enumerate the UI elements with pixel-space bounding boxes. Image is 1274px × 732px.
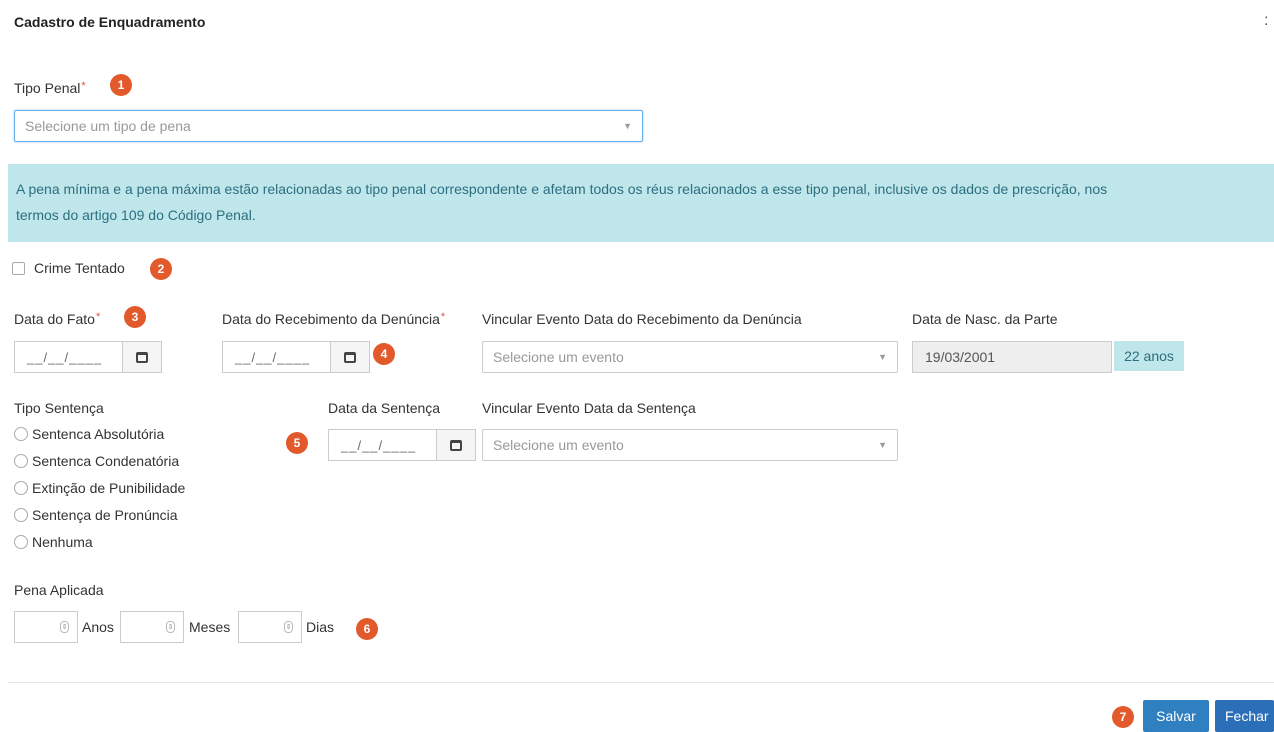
- step-badge-4: 4: [373, 343, 395, 365]
- radio-button[interactable]: [14, 480, 28, 495]
- data-nasc-field: 19/03/2001: [912, 341, 1112, 373]
- calendar-icon: [450, 439, 462, 451]
- meses-label: Meses: [189, 619, 231, 635]
- tipo-sentenca-label: Tipo Sentença: [14, 400, 104, 416]
- footer-divider: [8, 682, 1274, 683]
- pena-aplicada-label: Pena Aplicada: [14, 582, 104, 598]
- vincular-recebimento-select[interactable]: Selecione um evento ▼: [482, 341, 898, 373]
- tipo-penal-placeholder: Selecione um tipo de pena: [25, 118, 191, 134]
- radio-button[interactable]: [14, 507, 28, 522]
- data-sentenca-label: Data da Sentença: [328, 400, 441, 416]
- data-fato-input[interactable]: __/__/____: [14, 341, 162, 373]
- step-badge-6: 6: [356, 618, 378, 640]
- chevron-down-icon: ▼: [623, 121, 632, 131]
- radio-option[interactable]: Nenhuma: [14, 528, 185, 555]
- tipo-sentenca-radio-group: Sentenca Absolutória Sentenca Condenatór…: [14, 420, 185, 555]
- radio-option[interactable]: Sentenca Absolutória: [14, 420, 185, 447]
- close-icon[interactable]: :: [1264, 12, 1268, 30]
- spinner-icon[interactable]: ⇕: [60, 621, 69, 633]
- data-nasc-label: Data de Nasc. da Parte: [912, 311, 1058, 327]
- meses-input[interactable]: ⇕: [120, 611, 184, 643]
- info-banner: A pena mínima e a pena máxima estão rela…: [8, 164, 1274, 242]
- data-fato-label: Data do Fato*: [14, 311, 101, 327]
- tipo-penal-select[interactable]: Selecione um tipo de pena ▼: [14, 110, 643, 142]
- radio-option[interactable]: Extinção de Punibilidade: [14, 474, 185, 501]
- radio-option[interactable]: Sentença de Pronúncia: [14, 501, 185, 528]
- data-recebimento-calendar-button[interactable]: [330, 342, 369, 372]
- vincular-sentenca-select[interactable]: Selecione um evento ▼: [482, 429, 898, 461]
- vincular-sentenca-placeholder: Selecione um evento: [493, 437, 624, 453]
- data-recebimento-mask: __/__/____: [235, 349, 311, 365]
- dias-label: Dias: [306, 619, 335, 635]
- close-button[interactable]: Fechar: [1215, 700, 1274, 732]
- tipo-penal-label: Tipo Penal*: [14, 80, 86, 96]
- spinner-icon[interactable]: ⇕: [166, 621, 175, 633]
- radio-option[interactable]: Sentenca Condenatória: [14, 447, 185, 474]
- age-badge: 22 anos: [1114, 341, 1184, 371]
- calendar-icon: [136, 351, 148, 363]
- crime-tentado-label: Crime Tentado: [34, 260, 125, 276]
- modal-title: Cadastro de Enquadramento: [14, 14, 206, 30]
- chevron-down-icon: ▼: [878, 352, 887, 362]
- chevron-down-icon: ▼: [878, 440, 887, 450]
- anos-input[interactable]: ⇕: [14, 611, 78, 643]
- data-sentenca-mask: __/__/____: [341, 437, 417, 453]
- step-badge-7: 7: [1112, 706, 1134, 728]
- step-badge-1: 1: [110, 74, 132, 96]
- data-recebimento-input[interactable]: __/__/____: [222, 341, 370, 373]
- calendar-icon: [344, 351, 356, 363]
- vincular-sentenca-label: Vincular Evento Data da Sentença: [482, 400, 696, 416]
- radio-button[interactable]: [14, 534, 28, 549]
- vincular-recebimento-placeholder: Selecione um evento: [493, 349, 624, 365]
- dias-input[interactable]: ⇕: [238, 611, 302, 643]
- spinner-icon[interactable]: ⇕: [284, 621, 293, 633]
- data-recebimento-label: Data do Recebimento da Denúncia*: [222, 311, 446, 327]
- info-line-1: A pena mínima e a pena máxima estão rela…: [16, 181, 1108, 197]
- info-line-2: termos do artigo 109 do Código Penal.: [16, 207, 256, 223]
- step-badge-5: 5: [286, 432, 308, 454]
- crime-tentado-checkbox[interactable]: [12, 262, 25, 275]
- save-button[interactable]: Salvar: [1143, 700, 1209, 732]
- data-fato-mask: __/__/____: [27, 349, 103, 365]
- data-fato-calendar-button[interactable]: [122, 342, 161, 372]
- step-badge-3: 3: [124, 306, 146, 328]
- radio-button[interactable]: [14, 453, 28, 468]
- step-badge-2: 2: [150, 258, 172, 280]
- anos-label: Anos: [82, 619, 114, 635]
- data-sentenca-input[interactable]: __/__/____: [328, 429, 476, 461]
- data-sentenca-calendar-button[interactable]: [436, 430, 475, 460]
- radio-button[interactable]: [14, 426, 28, 441]
- vincular-recebimento-label: Vincular Evento Data do Recebimento da D…: [482, 311, 802, 327]
